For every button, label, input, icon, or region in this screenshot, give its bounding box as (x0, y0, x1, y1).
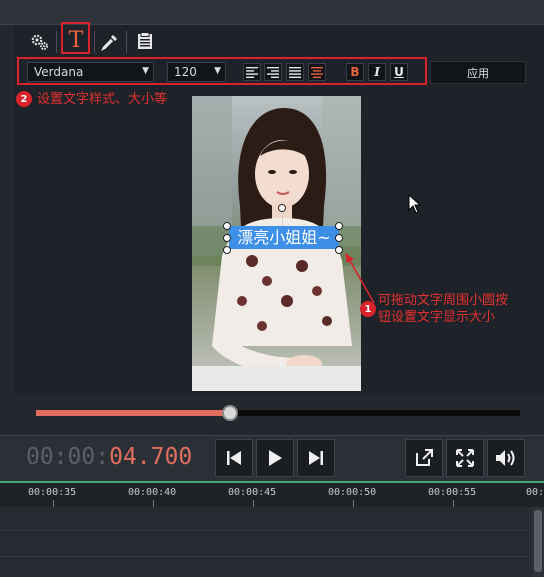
toolbar-separator (56, 31, 57, 53)
timeline-tracks[interactable] (0, 507, 544, 577)
ruler-tick (253, 500, 254, 507)
volume-icon (496, 450, 515, 466)
underline-button[interactable]: U (390, 63, 408, 81)
seek-progress (36, 410, 230, 416)
font-size-value: 120 (174, 65, 197, 79)
gear-icon[interactable] (29, 31, 51, 53)
seek-handle[interactable] (222, 405, 238, 421)
font-family-value: Verdana (34, 65, 84, 79)
ruler-tick-label: 00:00:35 (28, 487, 77, 498)
annotation-badge-2: 2 (16, 91, 32, 107)
resize-handle-top-left[interactable] (223, 222, 231, 230)
timecode: 00:00:04.700 (26, 444, 192, 470)
ruler-tick-label: 00:00:45 (228, 487, 277, 498)
badge-number: 1 (364, 303, 372, 315)
fullscreen-button[interactable] (446, 439, 484, 477)
font-size-select[interactable]: 120 ▼ (167, 62, 226, 82)
bold-button[interactable]: B (346, 63, 364, 81)
align-justify-button[interactable] (286, 63, 304, 81)
timecode-elapsed-dim: 00:00: (26, 444, 110, 470)
resize-handle-right[interactable] (335, 234, 343, 242)
play-icon (269, 450, 282, 466)
volume-button[interactable] (487, 439, 525, 477)
ruler-tick (153, 500, 154, 507)
export-icon (416, 449, 433, 466)
eyedropper-icon[interactable] (99, 31, 121, 53)
ruler-tick-label: 00:00:40 (128, 487, 177, 498)
track-divider (0, 556, 530, 557)
resize-handle-top-right[interactable] (335, 222, 343, 230)
toolbar-separator (126, 31, 127, 53)
ruler-tick-label: 00:00:50 (328, 487, 377, 498)
skip-forward-icon (309, 451, 323, 465)
ruler-tick (53, 500, 54, 507)
skip-forward-button[interactable] (297, 439, 335, 477)
apply-label: 应用 (467, 66, 489, 80)
italic-button[interactable]: I (368, 63, 386, 81)
timecode-elapsed-active: 04.700 (109, 444, 193, 470)
text-overlay[interactable]: 漂亮小姐姐~ (229, 226, 339, 249)
timeline-scrollbar-thumb[interactable] (534, 510, 542, 572)
cursor-icon (408, 193, 422, 218)
underline-label: U (394, 65, 404, 79)
resize-handle-bottom-left[interactable] (223, 246, 231, 254)
ruler-tick-label: 00:0 (526, 487, 544, 498)
toolbar-separator (94, 31, 95, 53)
badge-number: 2 (20, 93, 28, 105)
fullscreen-icon (456, 449, 474, 467)
resize-handle-left[interactable] (223, 234, 231, 242)
text-tool-icon[interactable]: T (64, 29, 88, 53)
annotation-text-1a: 可拖动文字周围小圆按 (378, 293, 509, 308)
annotation-text-1b: 钮设置文字显示大小 (378, 310, 496, 325)
font-family-select[interactable]: Verdana ▼ (27, 62, 154, 82)
ruler-tick-label: 00:00:55 (428, 487, 477, 498)
rotate-handle[interactable] (278, 204, 286, 212)
italic-label: I (374, 65, 380, 79)
chevron-down-icon: ▼ (142, 66, 149, 76)
align-left-button[interactable] (243, 63, 261, 81)
skip-back-icon (227, 451, 241, 465)
track-divider (0, 530, 530, 531)
annotation-arrow (345, 253, 375, 304)
text-tool-glyph: T (68, 28, 84, 53)
annotation-text-2: 设置文字样式、大小等 (37, 92, 168, 107)
bold-label: B (350, 65, 360, 79)
ruler-tick (353, 500, 354, 507)
play-button[interactable] (256, 439, 294, 477)
ruler-tick (453, 500, 454, 507)
align-center-button[interactable] (308, 63, 326, 81)
apply-button[interactable]: 应用 (430, 61, 526, 84)
export-button[interactable] (405, 439, 443, 477)
skip-back-button[interactable] (215, 439, 253, 477)
chevron-down-icon: ▼ (214, 66, 221, 76)
clipboard-icon[interactable] (134, 30, 156, 52)
align-right-button[interactable] (264, 63, 282, 81)
annotation-badge-1: 1 (360, 301, 376, 317)
